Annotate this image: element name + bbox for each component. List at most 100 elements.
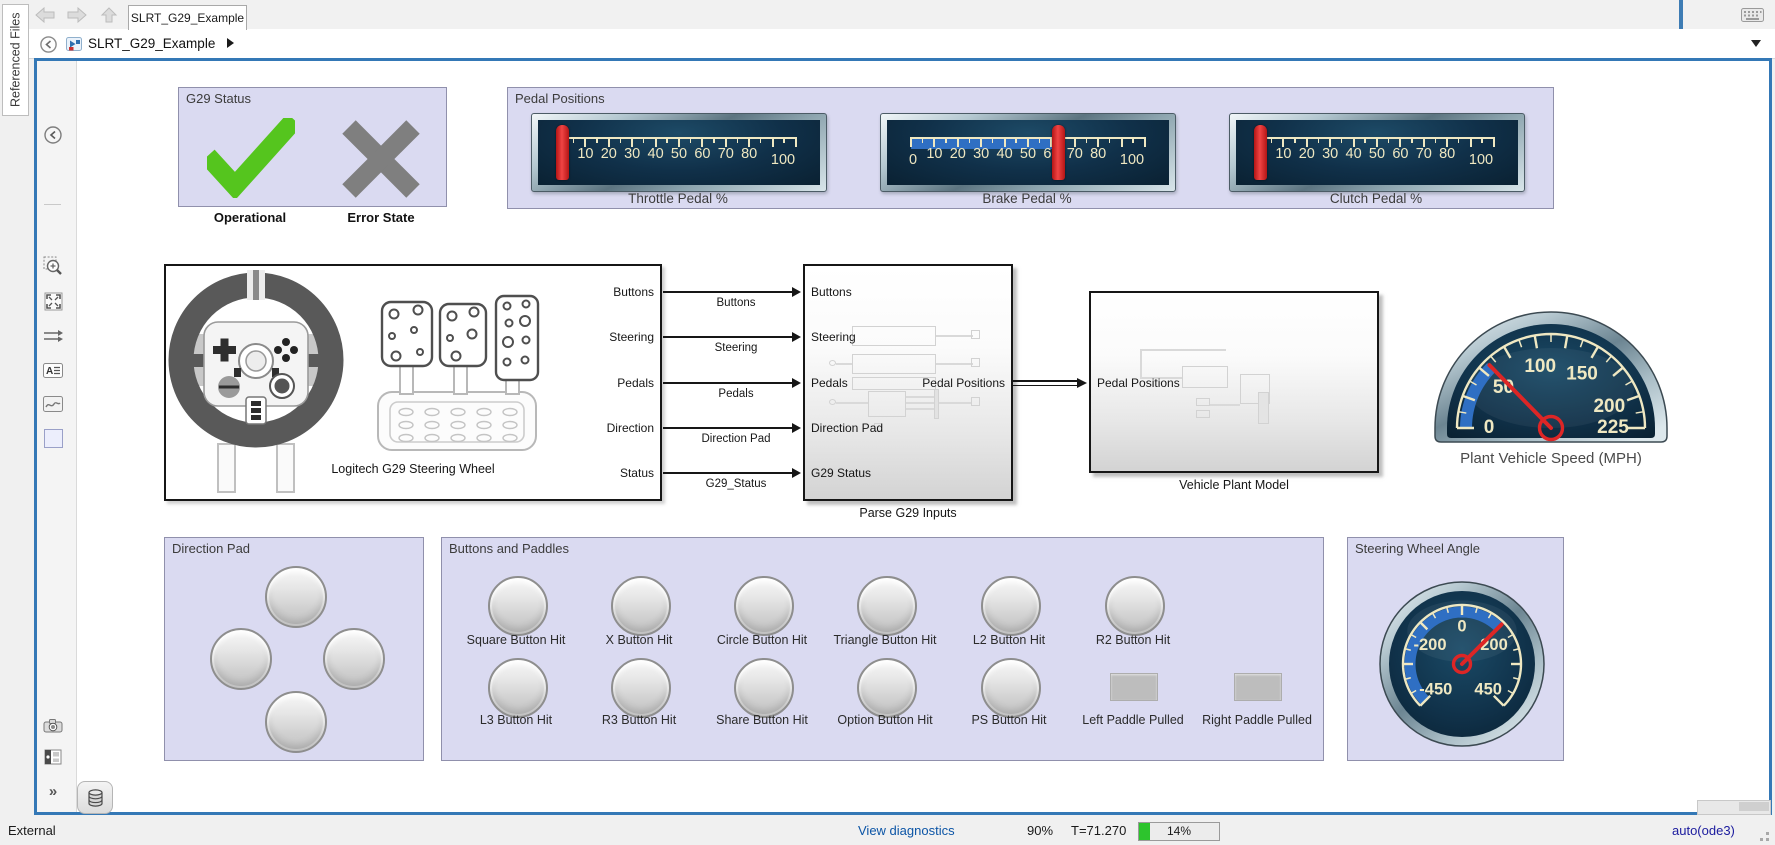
linear-gauge-throttle-pedal-[interactable]: 1020304050607080100 [531,113,827,192]
lamp-r3-button-hit[interactable] [611,658,671,718]
image-annotation-icon[interactable] [43,394,63,414]
speed-gauge-label: Plant Vehicle Speed (MPH) [1433,450,1669,467]
gauge-tick [737,137,739,143]
error-state-lamp[interactable] [340,120,422,198]
forward-button[interactable] [66,7,88,23]
fit-to-view-icon[interactable] [43,291,63,311]
model-file-icon [66,36,82,52]
resize-grip[interactable] [1766,838,1769,841]
up-arrow-icon [100,7,118,23]
keyboard-shortcuts-icon[interactable] [1741,8,1764,22]
gauge-tick [1318,137,1320,143]
lamp-triangle-button-hit[interactable] [857,576,917,636]
g29-out-port-steering: Steering [504,329,654,345]
signal-label: G29_Status [666,478,806,490]
signal-arrowhead [792,287,801,297]
gauge-tick [772,137,774,147]
gauge-face: 10203040506070801000 [887,120,1169,185]
lamp-circle-button-hit[interactable] [734,576,794,636]
signal-arrowhead [792,332,801,342]
operational-lamp[interactable] [207,118,295,198]
gauge-caption: Throttle Pedal % [531,191,825,206]
panel-direction-pad[interactable]: Direction Pad [164,537,424,761]
gauge-tick [596,137,598,143]
dpad-lamp-up[interactable] [265,566,327,628]
lamp-label: L3 Button Hit [446,713,586,727]
signal-wire [663,336,793,338]
breadcrumb-overflow-dropdown-icon[interactable] [1751,40,1761,47]
zoom-level[interactable]: 90% [1027,823,1053,838]
area-box-icon[interactable] [43,428,63,448]
gauge-tick [1132,137,1134,143]
panel-buttons-and-paddles[interactable]: Buttons and Paddles Square Button HitX B… [441,537,1324,761]
plant-preview-line [1140,349,1226,351]
breadcrumb-model-name[interactable]: SLRT_G29_Example [88,36,234,51]
paddle-lamp-left-paddle-pulled[interactable] [1110,673,1158,701]
dpad-lamp-down[interactable] [265,691,327,753]
subsystem-badges-icon[interactable] [43,747,63,767]
g29-out-port-pedals: Pedals [504,375,654,391]
route-signals-icon[interactable] [43,326,63,346]
parse-out-port-pedal-positions: Pedal Positions [855,375,1005,391]
dpad-lamp-left[interactable] [210,628,272,690]
signal-label: Pedals [666,388,806,400]
linear-gauge-clutch-pedal-[interactable]: 1020304050607080100 [1229,113,1525,192]
parse-preview-line [836,402,868,404]
database-icon [87,789,104,807]
svg-text:150: 150 [1566,363,1598,384]
lamp-share-button-hit[interactable] [734,658,794,718]
lamp-square-button-hit[interactable] [488,576,548,636]
gauge-tick [1388,137,1390,143]
palette-divider [44,204,61,205]
gauge-tick [1086,137,1088,143]
gauge-tick [1435,137,1437,143]
solver-label[interactable]: auto(ode3) [1672,823,1735,838]
speed-gauge[interactable]: 050100150200225 [1433,302,1669,446]
lamp-l3-button-hit[interactable] [488,658,548,718]
view-diagnostics-link[interactable]: View diagnostics [858,823,955,838]
vector-arrowhead [1077,378,1087,388]
svg-text:0: 0 [1457,617,1466,635]
linear-gauge-brake-pedal-[interactable]: 10203040506070801000 [880,113,1176,192]
plant-preview-shape [1196,410,1210,418]
expand-palette-button[interactable]: » [43,781,63,801]
lamp-option-button-hit[interactable] [857,658,917,718]
gauge-tick [1470,137,1472,147]
tab-slrt-g29-example[interactable]: SLRT_G29_Example [128,5,247,30]
gauge-tick [1481,137,1483,143]
sim-progress-bar: 14% [1138,822,1220,841]
scrollbar-thumb[interactable] [1739,802,1769,811]
lamp-l2-button-hit[interactable] [981,576,1041,636]
gauge-tick [969,137,971,143]
error-state-label: Error State [326,210,436,225]
vector-wire [1013,385,1078,387]
dpad-lamp-right[interactable] [323,628,385,690]
back-button[interactable] [34,7,56,23]
parse-preview-port [829,360,836,366]
steering-angle-gauge[interactable]: -450-2000200450 [1377,579,1547,749]
data-inspector-button[interactable] [77,781,113,814]
hide-explorer-bar-icon[interactable] [40,36,57,53]
gauge-needle [1052,125,1065,180]
up-to-parent-button[interactable] [100,7,118,23]
referenced-files-tab[interactable]: Referenced Files [2,4,29,116]
lamp-label: Square Button Hit [446,633,586,647]
viewmark-camera-icon[interactable] [43,715,63,735]
lamp-r2-button-hit[interactable] [1105,576,1165,636]
lamp-ps-button-hit[interactable] [981,658,1041,718]
tabbar-divider [1679,0,1683,29]
lamp-x-button-hit[interactable] [611,576,671,636]
panel-buttons-and-paddles-title: Buttons and Paddles [449,541,569,556]
panel-direction-pad-title: Direction Pad [172,541,250,556]
paddle-lamp-right-paddle-pulled[interactable] [1234,673,1282,701]
horizontal-scrollbar[interactable] [1697,800,1771,815]
parse-block-caption: Parse G29 Inputs [803,506,1013,520]
parse-preview-port [971,330,980,339]
gauge-tick [760,137,762,143]
breadcrumb-chevron-icon[interactable] [227,38,234,48]
annotation-icon[interactable]: A [43,360,63,380]
signal-arrowhead [792,378,801,388]
gauge-tick [910,137,912,147]
hide-model-browser-icon[interactable] [43,125,63,145]
zoom-region-icon[interactable] [43,256,63,276]
